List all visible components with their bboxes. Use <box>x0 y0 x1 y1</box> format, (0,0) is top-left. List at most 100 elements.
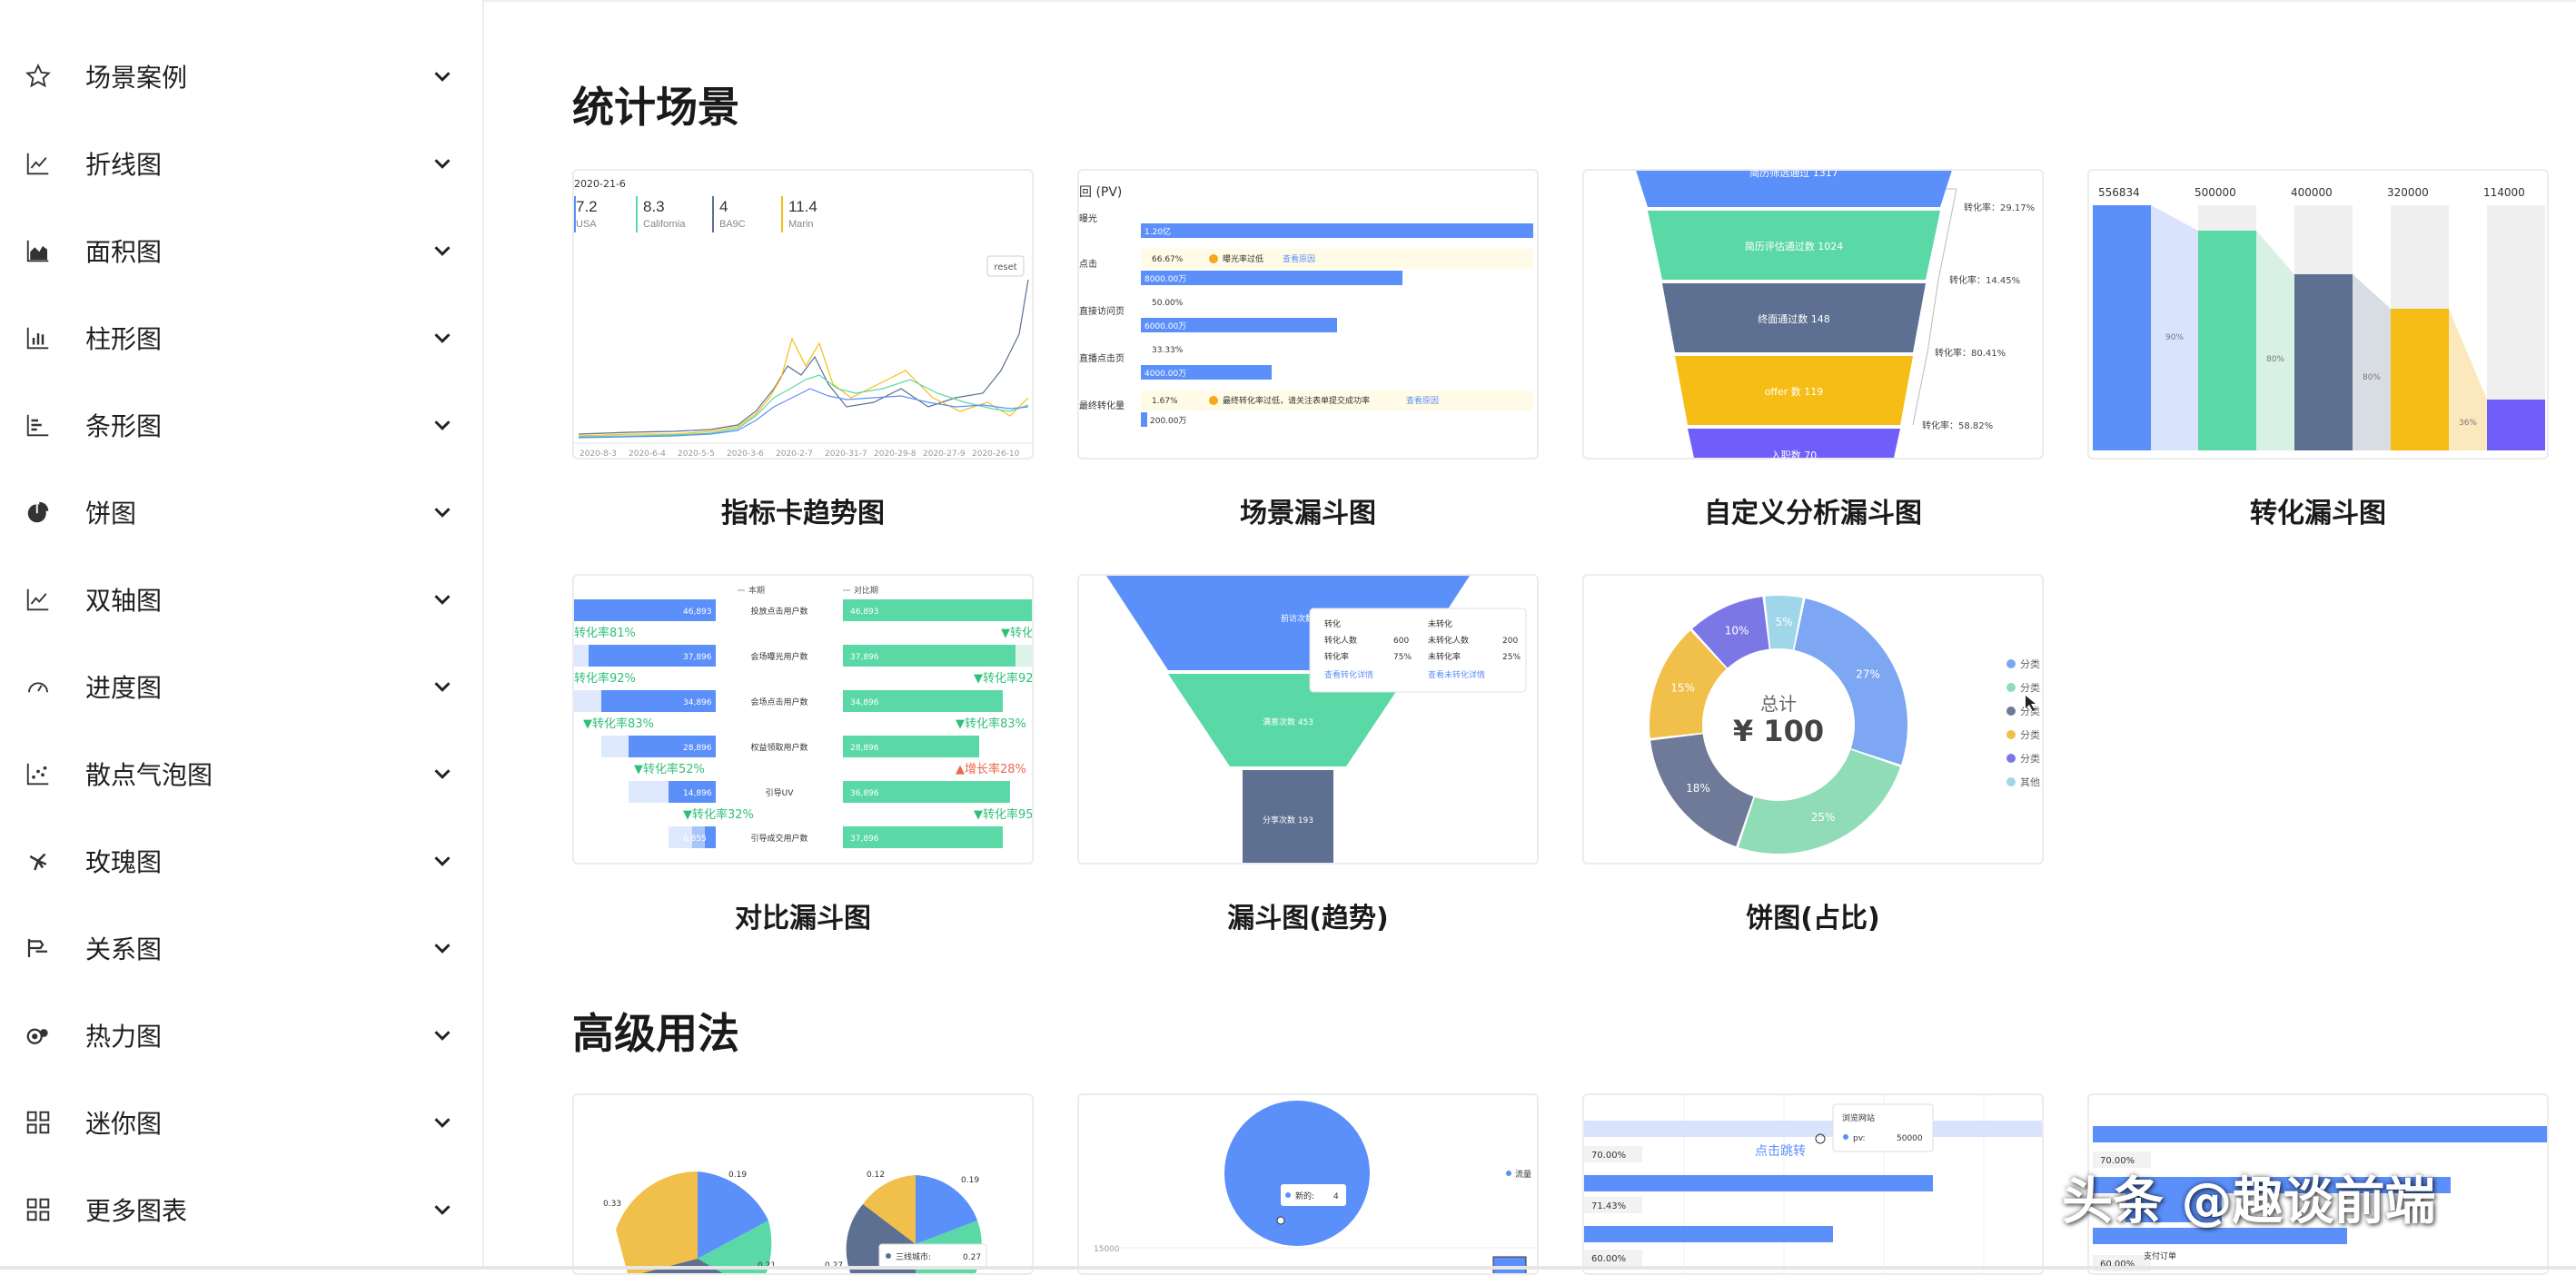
card-advanced-bubble[interactable]: 新的: 4 流量 15000 <box>1077 1093 1539 1275</box>
chevron-down-icon[interactable] <box>429 934 456 962</box>
svg-text:直接访问页: 直接访问页 <box>1079 305 1125 317</box>
svg-text:三线城市:: 三线城市: <box>896 1251 931 1262</box>
chevron-down-icon[interactable] <box>429 237 456 264</box>
pie-slice <box>1738 749 1901 854</box>
card-scene-funnel[interactable]: 回 (PV) 曝光 1.20亿 点击 66.67% 曝光率过低 查看原因 800… <box>1077 169 1539 460</box>
sidebar-item-label: 迷你图 <box>85 1109 163 1139</box>
sidebar-item-more[interactable]: 更多图表 <box>0 1166 481 1253</box>
svg-text:简历筛选通过 1317: 简历筛选通过 1317 <box>1749 171 1838 179</box>
chevron-down-icon[interactable] <box>429 847 456 875</box>
svg-text:46,893: 46,893 <box>850 608 879 617</box>
metric-marin-name: Marin <box>788 219 814 230</box>
svg-text:转化率81%: 转化率81% <box>574 626 636 640</box>
svg-text:▼转化: ▼转化 <box>1001 627 1034 640</box>
chevron-down-icon[interactable] <box>429 1022 456 1049</box>
x-tick: 2020-8-3 <box>580 450 617 459</box>
svg-text:320000: 320000 <box>2387 186 2429 199</box>
sidebar-item-scatter[interactable]: 散点气泡图 <box>0 730 481 817</box>
sidebar-item-relation[interactable]: 关系图 <box>0 904 481 992</box>
svg-text:556834: 556834 <box>2098 186 2140 199</box>
svg-text:支付订单: 支付订单 <box>2144 1250 2176 1261</box>
metric-usa-value: 7.2 <box>576 198 598 215</box>
pie-ratio-thumbnail: 总计 ¥ 100 27% 25% 18% 15% 10% 5% 分类 分类 分类 分类 分… <box>1650 596 2040 854</box>
chevron-down-icon[interactable] <box>429 673 456 700</box>
chevron-down-icon[interactable] <box>429 760 456 787</box>
chevron-down-icon[interactable] <box>429 586 456 613</box>
card-title: 场景漏斗图 <box>1240 498 1376 529</box>
svg-text:0.27: 0.27 <box>963 1253 981 1262</box>
bottom-scrollbar-track <box>0 1266 2576 1270</box>
svg-text:14,896: 14,896 <box>683 789 712 798</box>
pie-slice-label: 10% <box>1725 625 1749 638</box>
svg-text:引导成交用户数: 引导成交用户数 <box>750 833 807 844</box>
sidebar-item-area-chart[interactable]: 面积图 <box>0 207 481 294</box>
card-pie-ratio[interactable]: 总计 ¥ 100 27% 25% 18% 15% 10% 5% 分类 分类 分类 分类 分… <box>1582 574 2044 865</box>
svg-text:转化率：80.41%: 转化率：80.41% <box>1935 347 2006 359</box>
x-tick: 2020-5-5 <box>678 450 715 459</box>
sidebar-item-pie-chart[interactable]: 饼图 <box>0 469 481 556</box>
svg-text:71.43%: 71.43% <box>1591 1201 1626 1211</box>
column-chart-icon <box>22 321 54 354</box>
svg-text:66.67%: 66.67% <box>1152 255 1184 264</box>
svg-text:33.33%: 33.33% <box>1152 346 1184 355</box>
card-metric-trend[interactable]: 2020-21-6 7.2 USA 8.3 California 4 BA9C … <box>572 169 1034 460</box>
svg-text:46,893: 46,893 <box>683 608 712 617</box>
svg-text:简历评估通过数 1024: 简历评估通过数 1024 <box>1745 240 1844 252</box>
card-title: 自定义分析漏斗图 <box>1704 498 1922 529</box>
svg-text:终面通过数 148: 终面通过数 148 <box>1758 312 1830 325</box>
card-trend-funnel[interactable]: 前访次数 780 满意次数 453 分享次数 193 转化 未转化 转化人数 6… <box>1077 574 1539 865</box>
x-tick: 2020-2-7 <box>776 450 813 459</box>
sidebar-item-rose[interactable]: 玫瑰图 <box>0 817 481 904</box>
svg-text:未转化: 未转化 <box>1428 618 1452 629</box>
heatmap-icon <box>22 1019 54 1052</box>
card-conversion-funnel[interactable]: 556834 500000 400000 320000 114000 90% 8… <box>2087 169 2549 460</box>
sidebar-item-scene-cases[interactable]: 场景案例 <box>0 33 481 120</box>
sidebar-item-dual-axis[interactable]: 双轴图 <box>0 556 481 643</box>
sidebar-item-heatmap[interactable]: 热力图 <box>0 992 481 1079</box>
sidebar-item-line-chart[interactable]: 折线图 <box>0 120 481 207</box>
metric-usa-name: USA <box>576 219 597 230</box>
svg-text:4000.00万: 4000.00万 <box>1144 370 1186 379</box>
card-advanced-pies[interactable]: 0.19 0.33 0.21 0.12 0.19 0.27 三线城市: 0.27 <box>572 1093 1034 1275</box>
grid-icon <box>22 1193 54 1226</box>
chevron-down-icon[interactable] <box>429 63 456 90</box>
svg-text:本期: 本期 <box>748 585 765 596</box>
metric-trend-thumbnail: 2020-21-6 7.2 USA 8.3 California 4 BA9C … <box>574 178 1032 459</box>
svg-text:37,896: 37,896 <box>683 653 712 662</box>
sidebar-item-column-chart[interactable]: 柱形图 <box>0 294 481 381</box>
sidebar-item-mini[interactable]: 迷你图 <box>0 1079 481 1166</box>
chevron-down-icon[interactable] <box>429 150 456 177</box>
svg-text:未转化率: 未转化率 <box>1428 651 1461 662</box>
card-compare-funnel[interactable]: 本期 对比期 46,893 46,893 37,896 37,896 34,89… <box>572 574 1034 865</box>
svg-text:114000: 114000 <box>2483 186 2525 199</box>
card-advanced-link-bars[interactable]: 70.00% 71.43% 60.00% 点击跳转 浏览网站 pv: 50000 <box>1582 1093 2044 1275</box>
svg-text:转化率：58.82%: 转化率：58.82% <box>1922 420 1993 431</box>
sidebar-item-bar-chart[interactable]: 条形图 <box>0 381 481 469</box>
svg-text:0.19: 0.19 <box>961 1176 979 1185</box>
pie-center-value: ¥ 100 <box>1733 714 1824 748</box>
sidebar-item-progress[interactable]: 进度图 <box>0 643 481 730</box>
svg-text:0.33: 0.33 <box>603 1200 621 1209</box>
chevron-down-icon[interactable] <box>429 499 456 526</box>
section-title-advanced: 高级用法 <box>572 1009 739 1058</box>
pie-slice-label: 27% <box>1856 668 1880 681</box>
pie-slice-label: 15% <box>1670 681 1695 694</box>
svg-text:流量: 流量 <box>1515 1169 1531 1180</box>
svg-text:查看未转化详情: 查看未转化详情 <box>1428 669 1485 680</box>
chevron-down-icon[interactable] <box>429 324 456 351</box>
chevron-down-icon[interactable] <box>429 1109 456 1136</box>
svg-text:▼转化率95: ▼转化率95 <box>974 807 1034 822</box>
x-tick: 2020-3-6 <box>727 450 764 459</box>
svg-text:34,896: 34,896 <box>850 698 879 707</box>
svg-text:1.20亿: 1.20亿 <box>1144 226 1171 237</box>
chevron-down-icon[interactable] <box>429 1196 456 1223</box>
card-custom-funnel[interactable]: 简历筛选通过 1317 简历评估通过数 1024 终面通过数 148 offer… <box>1582 169 2044 460</box>
svg-text:转化率92%: 转化率92% <box>574 671 636 686</box>
chevron-down-icon[interactable] <box>429 411 456 439</box>
svg-text:28,896: 28,896 <box>850 744 879 753</box>
svg-text:1.67%: 1.67% <box>1152 397 1178 406</box>
svg-text:6,855: 6,855 <box>683 835 707 844</box>
section-title-stats: 统计场景 <box>572 83 739 132</box>
svg-text:直播点击页: 直播点击页 <box>1079 352 1125 364</box>
rose-icon <box>22 845 54 877</box>
